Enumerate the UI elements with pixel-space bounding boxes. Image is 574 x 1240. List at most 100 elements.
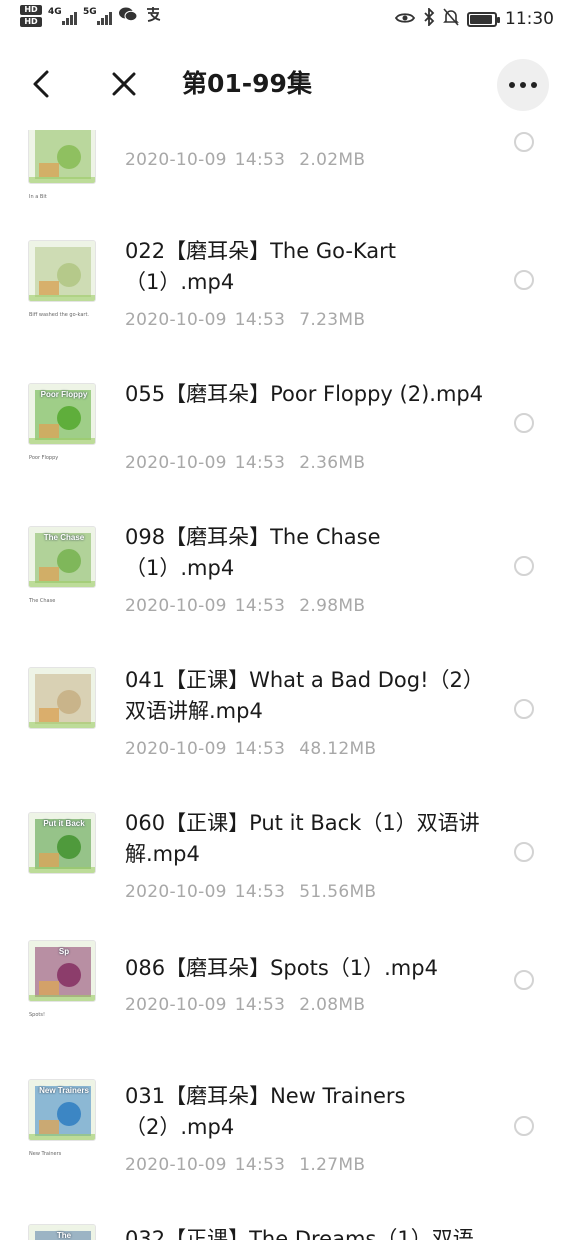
video-thumbnail: Biff washed the go-kart. bbox=[26, 240, 98, 318]
select-radio[interactable] bbox=[514, 270, 534, 290]
file-meta: 2020-10-09 14:53 2.36MB bbox=[125, 453, 365, 473]
select-radio[interactable] bbox=[514, 1116, 534, 1136]
wechat-icon bbox=[118, 6, 138, 26]
file-size: 2.98MB bbox=[299, 596, 366, 616]
close-button[interactable] bbox=[106, 66, 142, 102]
alipay-icon bbox=[144, 5, 162, 27]
network-type-1: 4G bbox=[48, 7, 62, 17]
file-size: 2.08MB bbox=[299, 995, 366, 1015]
file-meta: 2020-10-09 14:53 48.12MB bbox=[125, 739, 376, 759]
file-name: 031【磨耳朵】New Trainers（2）.mp4 bbox=[125, 1084, 406, 1139]
thumbnail-title: The bbox=[56, 1231, 72, 1240]
select-radio[interactable] bbox=[514, 132, 534, 152]
file-name: 041【正课】What a Bad Dog!（2）双语讲解.mp4 bbox=[125, 668, 484, 723]
nav-bar: 第01-99集 bbox=[0, 38, 574, 130]
file-date: 2020-10-09 bbox=[125, 882, 227, 902]
file-row[interactable]: Biff washed the go-kart. 022【磨耳朵】The Go-K… bbox=[0, 192, 574, 335]
status-left: HD HD 4G 5G bbox=[20, 5, 162, 27]
hd-indicators: HD HD bbox=[20, 5, 42, 27]
file-time: 14:53 bbox=[234, 453, 286, 473]
video-thumbnail: In a Bit bbox=[26, 130, 98, 200]
back-arrow-icon bbox=[33, 70, 49, 98]
file-meta: 2020-10-09 14:53 2.08MB bbox=[125, 995, 365, 1015]
more-options-button[interactable] bbox=[497, 59, 549, 111]
thumbnail-image: Put it Back bbox=[28, 812, 96, 874]
thumbnail-caption: The Chase bbox=[29, 598, 56, 604]
battery-icon bbox=[467, 11, 500, 27]
thumbnail-caption: Spots! bbox=[29, 1012, 45, 1018]
thumbnail-image: The bbox=[28, 1224, 96, 1240]
file-name: 060【正课】Put it Back（1）双语讲解.mp4 bbox=[125, 811, 480, 866]
file-row[interactable]: Put it Back 060【正课】Put it Back（1）双语讲解.mp4… bbox=[0, 764, 574, 907]
more-dot-icon bbox=[531, 82, 537, 88]
file-name: 051【磨耳朵】In a Bit（2）.mp4 bbox=[125, 130, 485, 133]
file-date: 2020-10-09 bbox=[125, 596, 227, 616]
more-dot-icon bbox=[520, 82, 526, 88]
file-time: 14:53 bbox=[234, 882, 286, 902]
file-time: 14:53 bbox=[234, 995, 286, 1015]
select-radio[interactable] bbox=[514, 413, 534, 433]
file-meta: 2020-10-09 14:53 2.98MB bbox=[125, 596, 365, 616]
thumbnail-image: Sp bbox=[28, 940, 96, 1002]
file-row[interactable]: New Trainers New Trainers 031【磨耳朵】New Trai… bbox=[0, 1023, 574, 1175]
file-time: 14:53 bbox=[234, 596, 286, 616]
file-name: 032【正课】The Dreams（1）双语 bbox=[125, 1227, 474, 1240]
signal-icon-2: 5G bbox=[83, 7, 112, 25]
file-meta: 2020-10-09 14:53 2.02MB bbox=[125, 150, 365, 170]
status-clock: 11:30 bbox=[505, 9, 554, 29]
signal-icon-1: 4G bbox=[48, 7, 77, 25]
file-meta: 2020-10-09 14:53 7.23MB bbox=[125, 310, 365, 330]
status-right: 11:30 bbox=[394, 6, 554, 30]
file-size: 51.56MB bbox=[299, 882, 377, 902]
select-radio[interactable] bbox=[514, 699, 534, 719]
file-row[interactable]: Poor Floppy Poor Floppy 055【磨耳朵】Poor Flopp… bbox=[0, 335, 574, 478]
file-size: 2.02MB bbox=[299, 150, 366, 170]
file-size: 2.36MB bbox=[299, 453, 366, 473]
video-thumbnail: New Trainers New Trainers bbox=[26, 1079, 98, 1157]
page-title: 第01-99集 bbox=[182, 69, 312, 98]
status-bar: HD HD 4G 5G 11:30 bbox=[0, 0, 574, 38]
file-date: 2020-10-09 bbox=[125, 453, 227, 473]
file-name: 055【磨耳朵】Poor Floppy (2).mp4 bbox=[125, 382, 484, 406]
file-row[interactable]: In a Bit 051【磨耳朵】In a Bit（2）.mp4 2020-10-0… bbox=[0, 130, 574, 200]
file-name: 086【磨耳朵】Spots（1）.mp4 bbox=[125, 956, 438, 980]
video-thumbnail: The bbox=[26, 1224, 98, 1240]
network-type-2: 5G bbox=[83, 7, 97, 17]
file-time: 14:53 bbox=[234, 310, 286, 330]
thumbnail-image bbox=[28, 240, 96, 302]
file-row[interactable]: 041【正课】What a Bad Dog!（2）双语讲解.mp4 2020-10… bbox=[0, 621, 574, 764]
video-thumbnail bbox=[26, 667, 98, 745]
file-list[interactable]: In a Bit 051【磨耳朵】In a Bit（2）.mp4 2020-10-0… bbox=[0, 130, 574, 1240]
thumbnail-title: New Trainers bbox=[39, 1086, 89, 1095]
thumbnail-image: The Chase bbox=[28, 526, 96, 588]
back-button[interactable] bbox=[24, 66, 60, 102]
file-row[interactable]: The 032【正课】The Dreams（1）双语 bbox=[0, 1166, 574, 1240]
file-size: 7.23MB bbox=[299, 310, 366, 330]
file-size: 48.12MB bbox=[299, 739, 377, 759]
mute-bell-icon bbox=[443, 8, 459, 30]
file-date: 2020-10-09 bbox=[125, 739, 227, 759]
file-row[interactable]: Sp Spots! 086【磨耳朵】Spots（1）.mp4 2020-10-09 14… bbox=[0, 907, 574, 1023]
video-thumbnail: The Chase The Chase bbox=[26, 526, 98, 604]
file-date: 2020-10-09 bbox=[125, 995, 227, 1015]
file-time: 14:53 bbox=[234, 150, 286, 170]
file-date: 2020-10-09 bbox=[125, 310, 227, 330]
thumbnail-caption: New Trainers bbox=[29, 1151, 62, 1157]
more-dot-icon bbox=[509, 82, 515, 88]
close-icon bbox=[112, 72, 136, 96]
select-radio[interactable] bbox=[514, 970, 534, 990]
thumbnail-image bbox=[28, 667, 96, 729]
thumbnail-title: Put it Back bbox=[43, 819, 85, 828]
hd-badge-2: HD bbox=[20, 17, 42, 27]
thumbnail-image: Poor Floppy bbox=[28, 383, 96, 445]
thumbnail-title: Sp bbox=[58, 947, 70, 956]
thumbnail-image: New Trainers bbox=[28, 1079, 96, 1141]
thumbnail-image bbox=[28, 130, 96, 184]
battery-fill bbox=[470, 14, 492, 24]
select-radio[interactable] bbox=[514, 842, 534, 862]
eye-icon bbox=[394, 10, 416, 29]
select-radio[interactable] bbox=[514, 556, 534, 576]
video-thumbnail: Put it Back bbox=[26, 812, 98, 890]
file-date: 2020-10-09 bbox=[125, 150, 227, 170]
file-row[interactable]: The Chase The Chase 098【磨耳朵】The Chase（1）.m… bbox=[0, 478, 574, 621]
